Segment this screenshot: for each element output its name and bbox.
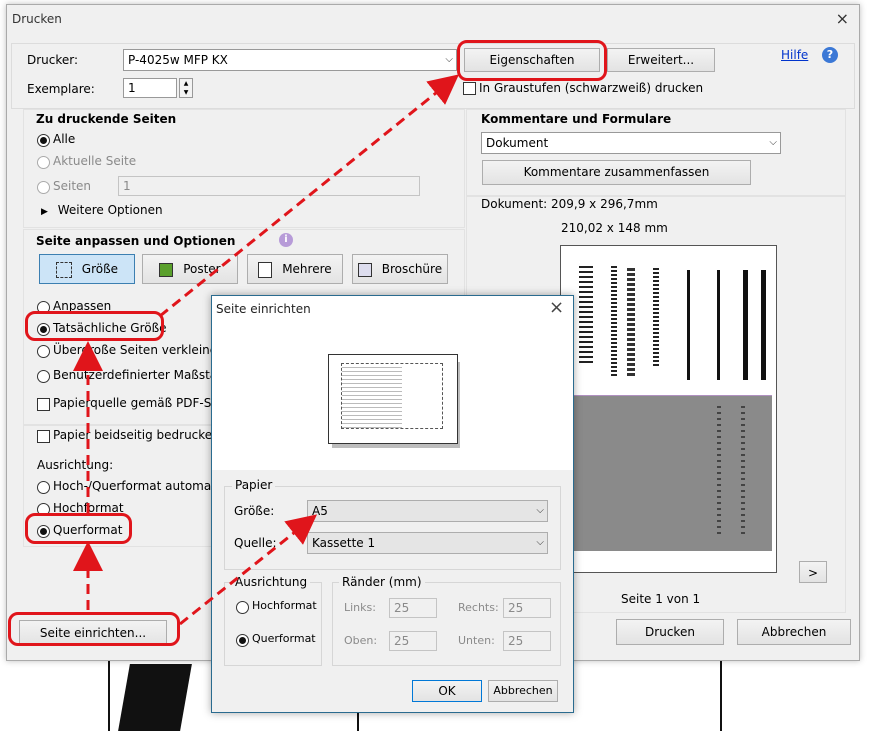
arrow-to-paper-size — [179, 514, 318, 626]
annotation-arrows — [73, 74, 459, 626]
arrow-to-properties — [159, 74, 459, 318]
